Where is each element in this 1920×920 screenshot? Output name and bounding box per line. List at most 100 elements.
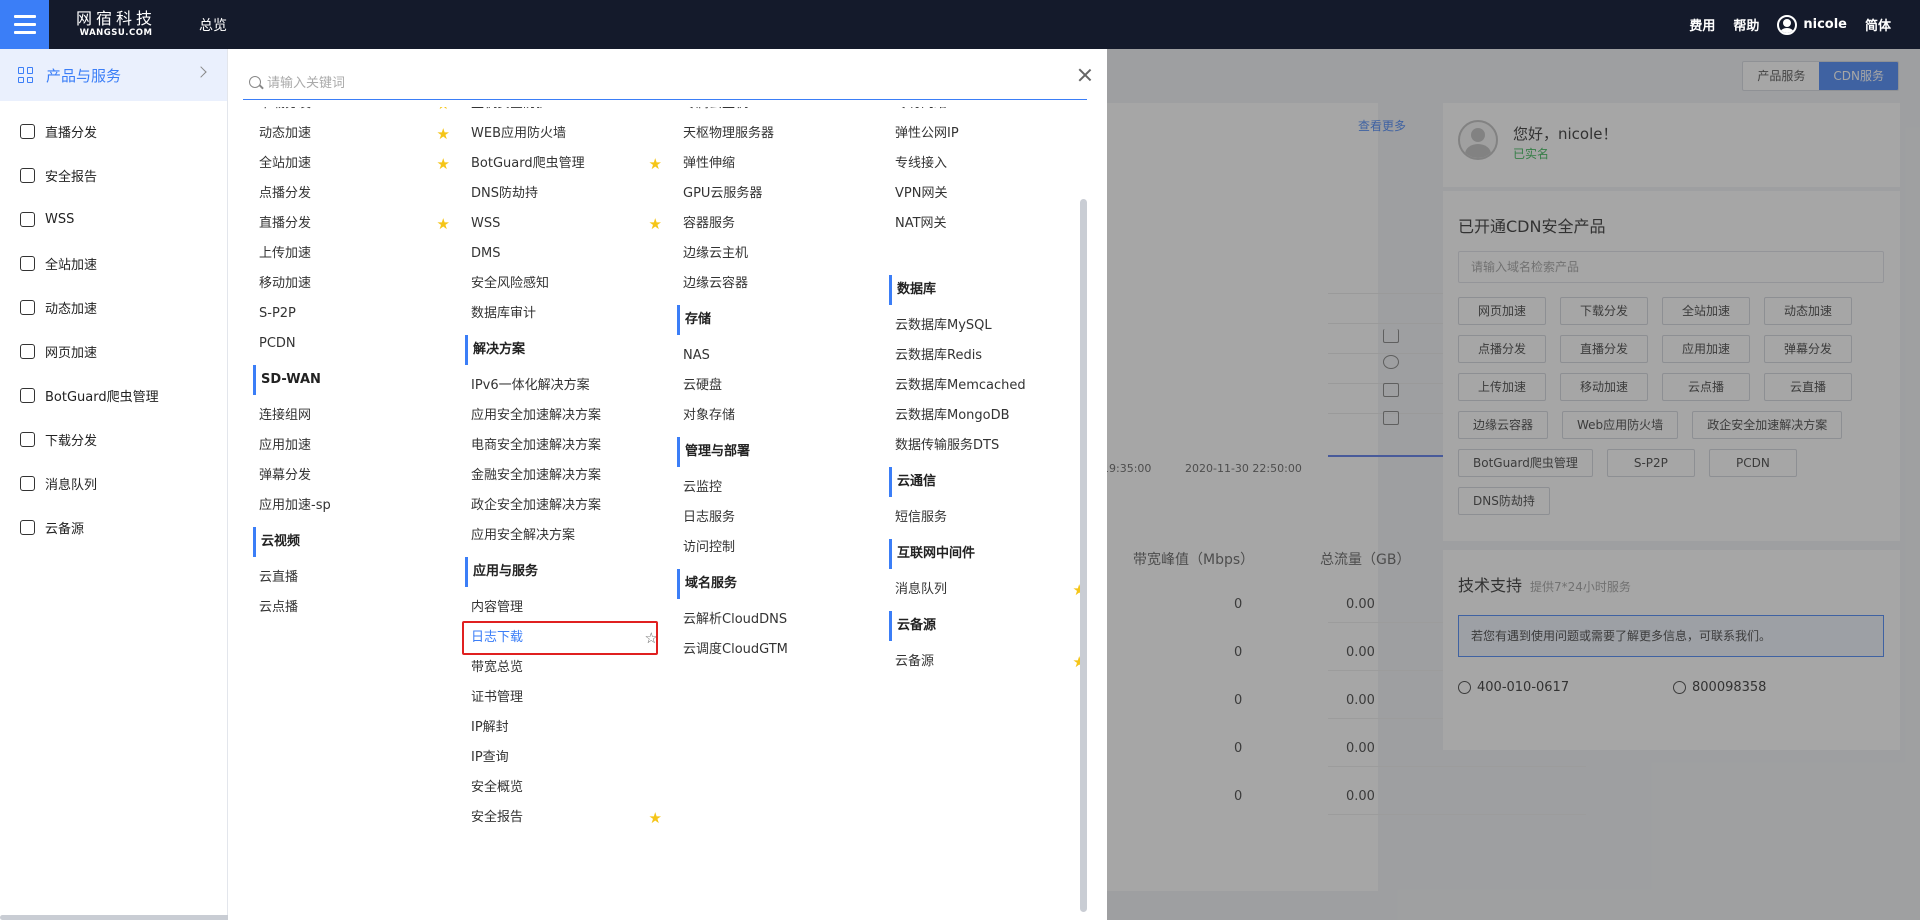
menu-item[interactable]: 安全风险感知: [470, 269, 670, 299]
sidebar-item[interactable]: 动态加速: [0, 285, 227, 329]
menu-item[interactable]: 云解析CloudDNS: [682, 605, 882, 635]
menu-item[interactable]: 短信服务: [894, 503, 1088, 533]
menu-item[interactable]: 上传加速: [258, 239, 458, 269]
fee-link[interactable]: 费用: [1689, 15, 1715, 34]
sidebar-item[interactable]: WSS: [0, 197, 227, 241]
menu-item[interactable]: 专属云主机: [682, 107, 882, 119]
menu-item[interactable]: 数据库审计: [470, 299, 670, 329]
sidebar-item[interactable]: 全站加速: [0, 241, 227, 285]
close-icon[interactable]: [1077, 67, 1093, 83]
menu-item[interactable]: 安全概览: [470, 773, 670, 803]
star-icon[interactable]: ★: [437, 209, 450, 239]
product-search-input[interactable]: [267, 74, 1027, 90]
menu-item[interactable]: 云数据库Redis: [894, 341, 1088, 371]
menu-item[interactable]: NAS: [682, 341, 882, 371]
menu-item[interactable]: 点播分发: [258, 179, 458, 209]
nav-overview[interactable]: 总览: [199, 15, 227, 35]
menu-item[interactable]: 边缘云主机: [682, 239, 882, 269]
menu-item[interactable]: 消息队列★: [894, 575, 1088, 605]
menu-item[interactable]: 弹性公网IP: [894, 119, 1088, 149]
user-menu[interactable]: nicole: [1777, 14, 1847, 35]
menu-item[interactable]: 专线接入: [894, 149, 1088, 179]
menu-item[interactable]: GPU云服务器: [682, 179, 882, 209]
menu-item[interactable]: 云备源★: [894, 647, 1088, 677]
menu-item[interactable]: 云硬盘: [682, 371, 882, 401]
menu-item[interactable]: DNS防劫持: [470, 179, 670, 209]
menu-item[interactable]: 专有网络VPC: [894, 107, 1088, 119]
menu-item[interactable]: 弹幕分发: [258, 461, 458, 491]
menu-item-label: 云调度CloudGTM: [683, 642, 788, 657]
menu-item[interactable]: WEB应用防火墙: [470, 119, 670, 149]
menu-item[interactable]: 对象存储: [682, 401, 882, 431]
menu-item[interactable]: 金融安全加速解决方案: [470, 461, 670, 491]
menu-item[interactable]: IP查询: [470, 743, 670, 773]
menu-item[interactable]: 连接组网: [258, 401, 458, 431]
menu-item[interactable]: 云数据库MySQL: [894, 311, 1088, 341]
sidebar-item[interactable]: BotGuard爬虫管理: [0, 373, 227, 417]
menu-item[interactable]: 下载分发 ★: [258, 107, 458, 119]
menu-item[interactable]: 移动加速: [258, 269, 458, 299]
menu-item[interactable]: NAT网关: [894, 209, 1088, 239]
menu-item[interactable]: 容器服务: [682, 209, 882, 239]
menu-item[interactable]: 云数据库Memcached: [894, 371, 1088, 401]
star-icon[interactable]: ★: [649, 803, 662, 833]
sidebar-item-label: BotGuard爬虫管理: [45, 389, 159, 405]
menu-item[interactable]: 带宽总览: [470, 653, 670, 683]
menu-item[interactable]: 动态加速 ★: [258, 119, 458, 149]
menu-item-label: 全站加速: [259, 156, 312, 171]
menu-item[interactable]: 安全报告 ★: [470, 803, 670, 833]
menu-section-title: 互联网中间件: [889, 539, 1088, 569]
star-icon[interactable]: ★: [649, 209, 662, 239]
menu-item-label: 云数据库MongoDB: [895, 408, 1010, 423]
menu-item[interactable]: 电商安全加速解决方案: [470, 431, 670, 461]
menu-item[interactable]: 数据传输服务DTS: [894, 431, 1088, 461]
menu-item-label: GPU云服务器: [683, 186, 763, 201]
star-icon[interactable]: ★: [437, 119, 450, 149]
vertical-scrollbar[interactable]: [1080, 199, 1087, 912]
menu-item[interactable]: 云监控: [682, 473, 882, 503]
menu-item[interactable]: 应用加速-sp: [258, 491, 458, 521]
sidebar-item[interactable]: 消息队列: [0, 461, 227, 505]
menu-item[interactable]: 应用安全解决方案: [470, 521, 670, 551]
menu-item[interactable]: 天枢物理服务器: [682, 119, 882, 149]
menu-section-title: 管理与部署: [677, 437, 882, 467]
menu-item[interactable]: 证书管理: [470, 683, 670, 713]
menu-item[interactable]: 应用加速: [258, 431, 458, 461]
menu-item[interactable]: S-P2P: [258, 299, 458, 329]
menu-item[interactable]: 主机安全防护: [470, 107, 670, 119]
menu-item[interactable]: 日志服务: [682, 503, 882, 533]
menu-item[interactable]: BotGuard爬虫管理 ★: [470, 149, 670, 179]
menu-item[interactable]: PCDN: [258, 329, 458, 359]
menu-item[interactable]: 直播分发 ★: [258, 209, 458, 239]
help-link[interactable]: 帮助: [1733, 15, 1759, 34]
menu-item[interactable]: DMS: [470, 239, 670, 269]
menu-item-log-download[interactable]: 日志下载 ☆: [462, 621, 670, 655]
menu-item[interactable]: 弹性伸缩: [682, 149, 882, 179]
menu-item[interactable]: 云直播: [258, 563, 458, 593]
menu-item[interactable]: IP解封: [470, 713, 670, 743]
menu-item[interactable]: IPv6一体化解决方案: [470, 371, 670, 401]
menu-icon[interactable]: [0, 0, 49, 49]
sidebar-item[interactable]: 安全报告: [0, 153, 227, 197]
menu-item[interactable]: WSS ★: [470, 209, 670, 239]
menu-item[interactable]: 边缘云容器: [682, 269, 882, 299]
menu-item[interactable]: 云调度CloudGTM: [682, 635, 882, 665]
star-icon[interactable]: ★: [649, 149, 662, 179]
sidebar-item[interactable]: 云备源: [0, 505, 227, 549]
menu-item[interactable]: 政企安全加速解决方案: [470, 491, 670, 521]
menu-item[interactable]: 访问控制: [682, 533, 882, 563]
menu-item[interactable]: 应用安全加速解决方案: [470, 401, 670, 431]
star-icon[interactable]: ★: [437, 149, 450, 179]
menu-item[interactable]: 全站加速 ★: [258, 149, 458, 179]
logo[interactable]: 网宿科技 WANGSU.COM: [73, 11, 159, 38]
sidebar-item[interactable]: 下载分发: [0, 417, 227, 461]
language-switch[interactable]: 简体: [1865, 15, 1891, 34]
star-icon[interactable]: ★: [437, 107, 450, 119]
menu-item[interactable]: 云数据库MongoDB: [894, 401, 1088, 431]
menu-item[interactable]: VPN网关: [894, 179, 1088, 209]
sidebar-header[interactable]: 产品与服务: [0, 49, 227, 101]
menu-item[interactable]: 云点播: [258, 593, 458, 623]
sidebar-item[interactable]: 网页加速: [0, 329, 227, 373]
sidebar-item[interactable]: 直播分发: [0, 109, 227, 153]
menu-item[interactable]: 内容管理: [470, 593, 670, 623]
